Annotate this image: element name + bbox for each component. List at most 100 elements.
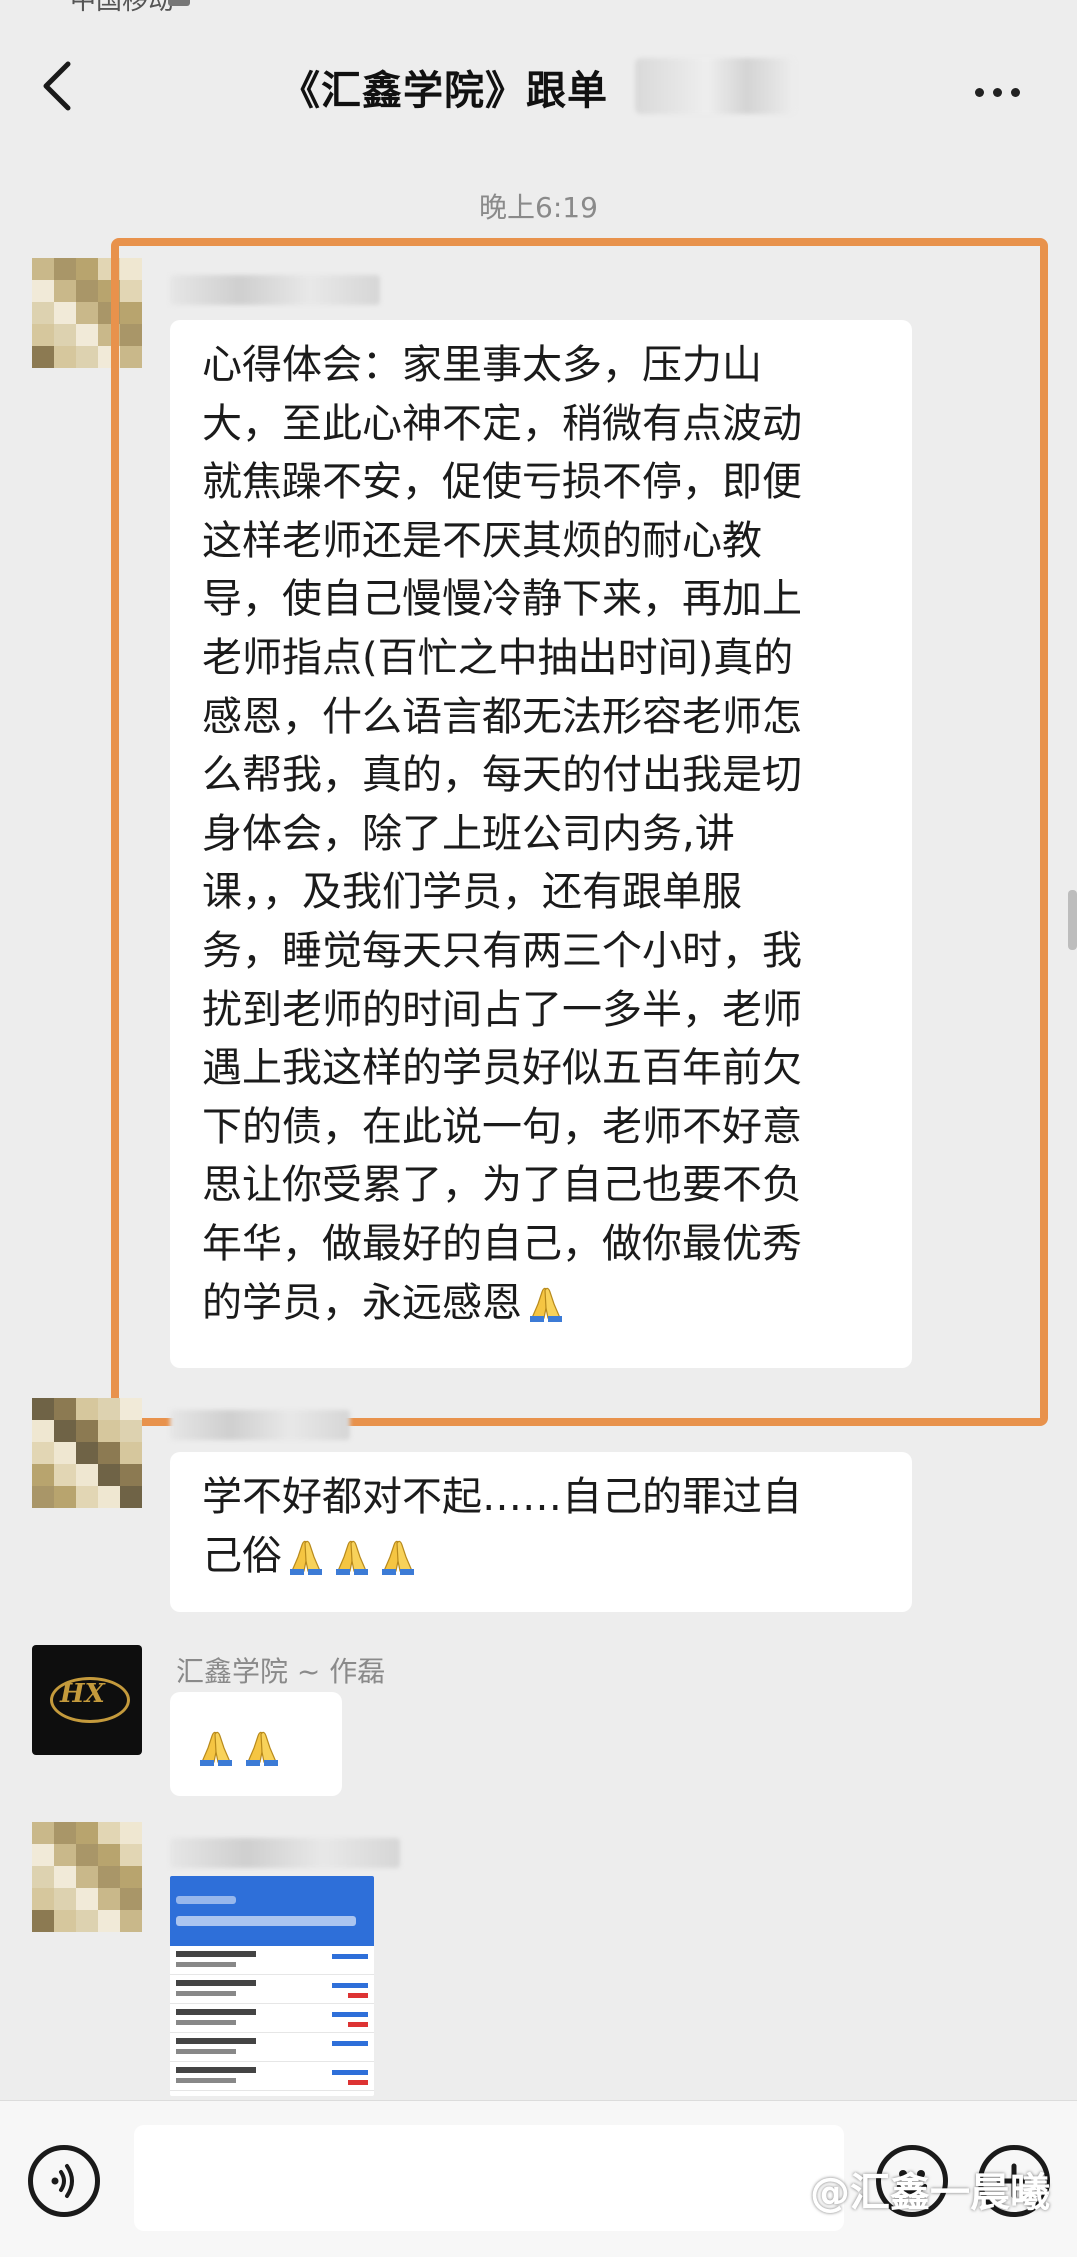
- avatar-mosaic-tile: [120, 1844, 142, 1866]
- avatar-mosaic-tile: [32, 1464, 54, 1486]
- avatar-pixelated[interactable]: [32, 1822, 142, 1932]
- avatar-mosaic-tile: [32, 1486, 54, 1508]
- thumbnail-row: [170, 1975, 374, 2004]
- avatar-mosaic-tile: [32, 1822, 54, 1844]
- message-line: 学不好都对不起……自己的罪过自: [202, 1474, 802, 1520]
- avatar-mosaic-tile: [98, 1844, 120, 1866]
- avatar-mosaic-tile: [120, 1910, 142, 1932]
- avatar-mosaic-tile: [76, 324, 98, 346]
- praying-hands-icon: [199, 1731, 233, 1766]
- avatar-mosaic-tile: [76, 1888, 98, 1910]
- watermark-text: @汇鑫一晨曦: [810, 2170, 1050, 2216]
- voice-icon[interactable]: [28, 2145, 100, 2217]
- status-bar: 中国移动: [0, 0, 1077, 16]
- message-input[interactable]: [134, 2125, 844, 2231]
- avatar-mosaic-tile: [120, 1822, 142, 1844]
- avatar-mosaic-tile: [54, 1910, 76, 1932]
- thumbnail-header: [170, 1876, 374, 1946]
- avatar-mosaic-tile: [98, 1442, 120, 1464]
- praying-hands-icon: [245, 1731, 279, 1766]
- highlight-frame: [111, 238, 1048, 1426]
- avatar-mosaic-tile: [120, 1398, 142, 1420]
- praying-hands-icon: [335, 1540, 369, 1575]
- avatar-mosaic-tile: [54, 1866, 76, 1888]
- redacted-title-blur: [635, 58, 795, 114]
- brand-logo-icon: HX: [60, 1679, 105, 1709]
- avatar-mosaic-tile: [98, 1888, 120, 1910]
- signal-icon: [168, 0, 190, 6]
- avatar-mosaic-tile: [76, 1866, 98, 1888]
- chat-title: 《汇鑫学院》跟单: [280, 68, 608, 114]
- avatar-mosaic-tile: [76, 280, 98, 302]
- avatar-mosaic-tile: [32, 346, 54, 368]
- avatar-mosaic-tile: [32, 280, 54, 302]
- sender-name: 汇鑫学院 ~ 作磊: [176, 1655, 386, 1688]
- message-line: 己俗: [202, 1527, 882, 1586]
- avatar-pixelated[interactable]: [32, 1398, 142, 1508]
- praying-hands-icon: [381, 1540, 415, 1575]
- image-message-thumbnail[interactable]: [170, 1876, 374, 2096]
- avatar-mosaic-tile: [98, 1822, 120, 1844]
- avatar-mosaic-tile: [54, 1888, 76, 1910]
- avatar-brand-logo[interactable]: HX: [32, 1645, 142, 1755]
- avatar-mosaic-tile: [98, 1398, 120, 1420]
- avatar-mosaic-tile: [98, 1910, 120, 1932]
- avatar-mosaic-tile: [98, 1420, 120, 1442]
- thumbnail-row: [170, 2062, 374, 2091]
- avatar-mosaic-tile: [32, 1910, 54, 1932]
- avatar-mosaic-tile: [76, 1844, 98, 1866]
- more-dots-icon[interactable]: [975, 82, 1035, 98]
- avatar-mosaic-tile: [76, 302, 98, 324]
- avatar-mosaic-tile: [54, 1844, 76, 1866]
- praying-hands-icon: [289, 1540, 323, 1575]
- sender-name-blurred: [170, 1838, 400, 1868]
- thumbnail-row: [170, 2033, 374, 2062]
- avatar-mosaic-tile: [120, 1486, 142, 1508]
- avatar-mosaic-tile: [32, 1442, 54, 1464]
- scrollbar-thumb[interactable]: [1068, 890, 1077, 950]
- avatar-mosaic-tile: [32, 1866, 54, 1888]
- message-bubble[interactable]: [170, 1692, 342, 1796]
- avatar-mosaic-tile: [54, 1822, 76, 1844]
- avatar-mosaic-tile: [32, 1888, 54, 1910]
- avatar-mosaic-tile: [76, 258, 98, 280]
- avatar-mosaic-tile: [54, 258, 76, 280]
- avatar-mosaic-tile: [98, 1866, 120, 1888]
- avatar-mosaic-tile: [32, 302, 54, 324]
- message-bubble[interactable]: 学不好都对不起……自己的罪过自 己俗: [170, 1452, 912, 1612]
- avatar-mosaic-tile: [98, 1486, 120, 1508]
- avatar-mosaic-tile: [54, 1420, 76, 1442]
- avatar-mosaic-tile: [54, 302, 76, 324]
- avatar-mosaic-tile: [32, 258, 54, 280]
- avatar-mosaic-tile: [76, 1398, 98, 1420]
- avatar-mosaic-tile: [76, 346, 98, 368]
- avatar-mosaic-tile: [54, 1464, 76, 1486]
- avatar-mosaic-tile: [76, 1420, 98, 1442]
- sender-name-blurred: [170, 1410, 350, 1440]
- chevron-left-icon[interactable]: [30, 56, 90, 116]
- avatar-mosaic-tile: [120, 1420, 142, 1442]
- avatar-mosaic-tile: [76, 1464, 98, 1486]
- thumbnail-row: [170, 1946, 374, 1975]
- avatar-mosaic-tile: [54, 1398, 76, 1420]
- avatar-mosaic-tile: [120, 1442, 142, 1464]
- avatar-mosaic-tile: [32, 1398, 54, 1420]
- avatar-mosaic-tile: [98, 1464, 120, 1486]
- avatar-mosaic-tile: [32, 324, 54, 346]
- carrier-text: 中国移动: [70, 0, 175, 16]
- avatar-mosaic-tile: [120, 1866, 142, 1888]
- chat-header: 《汇鑫学院》跟单: [0, 30, 1077, 140]
- avatar-mosaic-tile: [32, 1420, 54, 1442]
- avatar-mosaic-tile: [54, 346, 76, 368]
- avatar-mosaic-tile: [76, 1486, 98, 1508]
- avatar-mosaic-tile: [120, 1888, 142, 1910]
- message-timestamp: 晚上6:19: [479, 191, 598, 224]
- avatar-mosaic-tile: [32, 1844, 54, 1866]
- avatar-mosaic-tile: [54, 1486, 76, 1508]
- thumbnail-row: [170, 2004, 374, 2033]
- avatar-mosaic-tile: [76, 1910, 98, 1932]
- avatar-mosaic-tile: [76, 1822, 98, 1844]
- avatar-mosaic-tile: [54, 280, 76, 302]
- avatar-mosaic-tile: [54, 1442, 76, 1464]
- message-line-text: 己俗: [202, 1532, 282, 1579]
